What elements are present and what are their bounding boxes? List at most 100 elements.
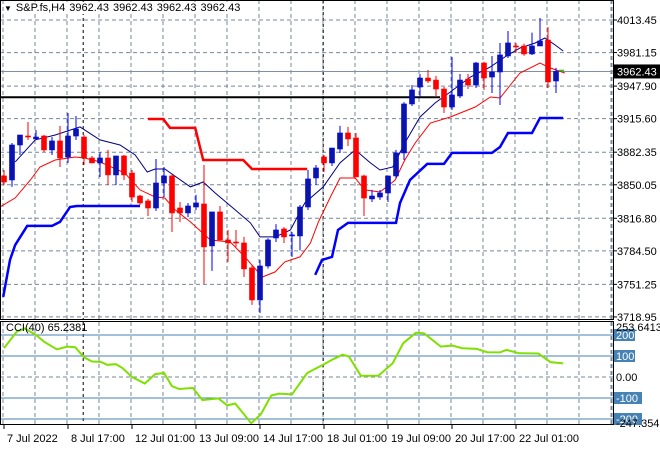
candle-body — [529, 45, 535, 55]
bull-candle — [161, 166, 167, 198]
time-axis-label: 7 Jul 2022 — [7, 433, 58, 445]
candle-body — [537, 40, 543, 47]
bear-candle — [233, 229, 239, 247]
bull-candle — [33, 129, 39, 140]
bear-candle — [353, 132, 359, 178]
candle-body — [185, 205, 191, 214]
candle-body — [497, 54, 503, 73]
candle-body — [145, 200, 151, 209]
bull-candle — [273, 224, 279, 242]
candle-body — [505, 42, 511, 57]
triangle-down-icon[interactable]: ▼ — [4, 4, 12, 13]
price-axis-label: 3784.50 — [617, 246, 657, 258]
candle-body — [137, 195, 143, 204]
bear-candle — [129, 169, 135, 202]
price-axis-label: 3947.90 — [617, 81, 657, 93]
candle-body — [105, 157, 111, 176]
axes: 4013.45 3981.15 3947.90 3915.60 3882.35 3850.… — [3, 15, 660, 445]
bull-candle — [505, 31, 511, 58]
candle-body — [385, 175, 391, 194]
cci-value: 65.2381 — [47, 322, 88, 334]
candle-body — [361, 175, 367, 199]
time-axis-label: 14 Jul 17:00 — [263, 433, 323, 445]
cci-levels — [0, 334, 613, 420]
time-axis-label: 18 Jul 01:00 — [327, 433, 387, 445]
bear-candle — [345, 126, 351, 146]
close-value: 3962.43 — [200, 2, 241, 14]
candle-body — [25, 135, 31, 138]
bear-candle — [57, 125, 63, 167]
bull-candle — [209, 211, 215, 271]
candle-body — [425, 77, 431, 82]
candle-body — [201, 203, 207, 248]
candle-body — [449, 94, 455, 108]
high-value: 3962.43 — [113, 2, 153, 14]
bull-candle — [489, 55, 495, 93]
bear-candle — [121, 154, 127, 180]
bull-candle — [457, 74, 463, 98]
bear-candle — [545, 27, 551, 89]
bull-candle — [337, 125, 343, 153]
bull-candle — [193, 194, 199, 211]
bear-candle — [169, 174, 175, 232]
candle-body — [225, 239, 231, 244]
candle-body — [49, 140, 55, 151]
candle-body — [265, 239, 271, 267]
bear-candle — [465, 73, 471, 90]
bull-candle — [297, 204, 303, 251]
candle-body — [313, 167, 319, 179]
cci-series — [3, 327, 564, 425]
lower-stop-series — [1, 204, 140, 298]
cci-title: CCI(40) 65.2381 — [6, 322, 87, 334]
candle-body — [81, 136, 87, 159]
candle-body — [337, 132, 343, 150]
bear-candle — [81, 135, 87, 165]
symbol-label: S&P.fs,H4 — [15, 2, 66, 14]
bull-candle — [553, 67, 559, 93]
candle-body — [89, 157, 95, 164]
bear-candle — [217, 205, 223, 241]
bull-candle — [265, 238, 271, 269]
candle-body — [281, 228, 287, 238]
candle-body — [553, 71, 559, 82]
time-axis-label: 12 Jul 01:00 — [135, 433, 195, 445]
bear-candle — [441, 87, 447, 114]
bull-candle — [65, 113, 71, 163]
bear-candle — [433, 75, 439, 97]
bull-candle — [113, 155, 119, 186]
bear-candle — [281, 227, 287, 243]
lower-stop-series — [314, 116, 564, 276]
candle-body — [113, 155, 119, 176]
price-axis-label: 3850.05 — [617, 180, 657, 192]
bear-candle — [145, 198, 151, 216]
cci-level-label: -100 — [616, 393, 638, 405]
bull-candle — [185, 202, 191, 218]
bull-candle — [97, 151, 103, 177]
candle-body — [457, 79, 463, 97]
time-axis-label: 13 Jul 09:00 — [199, 433, 259, 445]
bull-candle — [289, 231, 295, 257]
cci-level-label: 0.00 — [616, 372, 637, 384]
candle-body — [369, 195, 375, 200]
candle-body — [257, 265, 263, 301]
candle-body — [441, 88, 447, 108]
bear-candle — [105, 149, 111, 186]
bull-candle — [409, 84, 415, 106]
low-value: 3962.43 — [156, 2, 197, 14]
bear-candle — [1, 169, 7, 186]
bull-candle — [369, 189, 375, 202]
candle-body — [521, 45, 527, 55]
chart-canvas[interactable]: 4013.45 3981.15 3947.90 3915.60 3882.35 3850.… — [0, 0, 660, 450]
candle-body — [393, 152, 399, 177]
bull-candle — [449, 56, 455, 110]
price-axis-label: 3882.35 — [617, 147, 657, 159]
candle-body — [169, 175, 175, 214]
candle-body — [289, 234, 295, 237]
bear-candle — [321, 154, 327, 173]
cci-name: CCI(40) — [6, 322, 45, 334]
bear-candle — [41, 135, 47, 152]
bear-candle — [361, 174, 367, 216]
bear-candle — [89, 155, 95, 164]
time-axis-label: 22 Jul 01:00 — [519, 433, 579, 445]
price-axis-label: 3915.60 — [617, 114, 657, 126]
